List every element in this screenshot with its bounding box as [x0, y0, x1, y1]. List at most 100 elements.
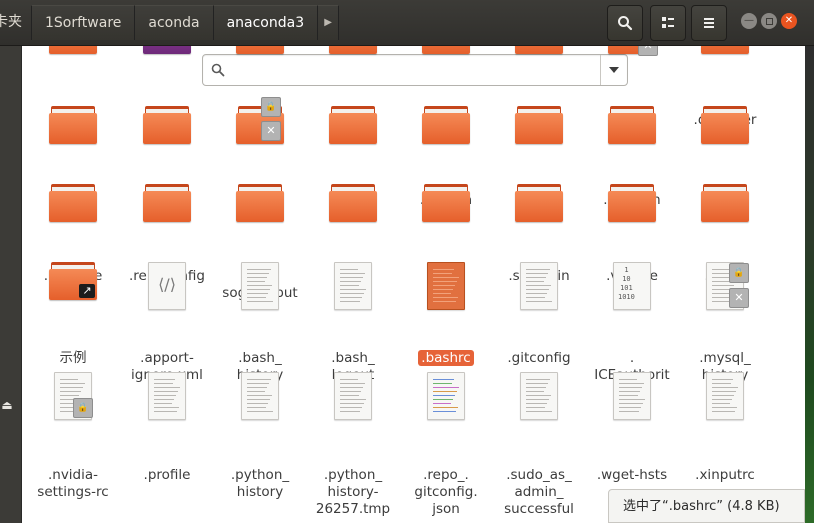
text-line — [340, 293, 364, 294]
text-line — [619, 399, 645, 400]
text-file-icon — [520, 372, 558, 420]
hamburger-icon — [704, 18, 714, 28]
crumb-aconda[interactable]: aconda — [134, 5, 213, 40]
text-line — [526, 379, 550, 380]
lock-icon: 🔒 — [729, 263, 749, 283]
file-item[interactable]: .python_ history — [215, 46, 305, 500]
text-line — [340, 277, 363, 278]
file-item[interactable]: .profile — [122, 46, 212, 483]
text-line — [433, 399, 453, 400]
text-line — [433, 269, 454, 270]
folder-icon — [422, 46, 470, 54]
text-line — [247, 277, 267, 278]
folder-body — [329, 113, 377, 144]
folder-body — [236, 46, 284, 54]
folder-body — [143, 113, 191, 144]
text-line — [247, 285, 272, 286]
breadcrumb-forward-arrow-icon[interactable]: ▶ — [317, 5, 340, 40]
text-line — [60, 395, 79, 396]
selected-file-name: .bashrc — [418, 350, 474, 366]
text-line — [619, 387, 642, 388]
file-name: .bashrc — [401, 350, 491, 367]
text-line — [619, 403, 643, 404]
folder-body — [608, 191, 656, 222]
file-item[interactable]: .xinputrc — [680, 46, 770, 483]
text-line — [247, 273, 269, 274]
folder-icon — [422, 106, 470, 144]
text-line — [433, 395, 455, 396]
close-button[interactable]: ✕ — [781, 13, 797, 29]
folder-body — [49, 113, 97, 144]
text-line — [340, 399, 366, 400]
text-line — [154, 387, 180, 388]
text-line — [712, 411, 735, 412]
folder-icon — [515, 46, 563, 54]
folder-body — [515, 191, 563, 222]
folder-icon: 🔒 ✕ — [236, 97, 284, 144]
file-item[interactable]: .repo_. gitconfig. json — [401, 46, 491, 517]
folder-icon — [329, 184, 377, 222]
text-line — [247, 301, 273, 302]
file-name: .wget-hsts — [596, 467, 668, 483]
text-line — [154, 395, 176, 396]
text-line — [433, 403, 451, 404]
search-input[interactable] — [231, 59, 595, 81]
file-name: .sudo_as_ admin_ successful — [504, 467, 574, 517]
file-item[interactable]: .wget-hsts — [587, 46, 677, 483]
text-line — [247, 387, 267, 388]
text-line — [526, 407, 545, 408]
text-line — [433, 379, 454, 380]
text-line — [433, 293, 451, 294]
file-item[interactable]: 🔒 .nvidia- settings-rc — [28, 46, 118, 500]
text-line — [526, 387, 546, 388]
maximize-button[interactable] — [761, 13, 777, 29]
crumb-1sorftware[interactable]: 1Sorftware — [31, 5, 135, 40]
folder-body — [608, 113, 656, 144]
folder-body — [515, 46, 563, 54]
minimize-button[interactable]: — — [741, 13, 757, 29]
text-line — [433, 383, 452, 384]
text-line — [433, 289, 453, 290]
search-icon — [211, 63, 225, 77]
text-line — [526, 383, 548, 384]
text-line — [712, 391, 736, 392]
text-line — [526, 297, 545, 298]
status-text: 选中了“.bashrc” (4.8 KB) — [623, 499, 780, 514]
folder-body — [515, 113, 563, 144]
menu-button[interactable] — [691, 5, 727, 41]
search-field[interactable] — [202, 54, 628, 86]
text-line — [619, 391, 640, 392]
search-button[interactable] — [607, 5, 643, 41]
text-line — [619, 411, 639, 412]
minimize-icon: — — [744, 15, 754, 26]
text-line — [60, 387, 83, 388]
text-line — [712, 387, 738, 388]
text-line — [526, 411, 552, 412]
text-line — [712, 379, 733, 380]
text-line — [526, 293, 547, 294]
folder-icon — [143, 184, 191, 222]
folder-body — [701, 46, 749, 54]
text-line — [526, 273, 548, 274]
search-dropdown-button[interactable] — [600, 55, 627, 85]
folder-body — [701, 113, 749, 144]
text-line — [247, 383, 269, 384]
text-file-icon — [613, 372, 651, 420]
unreadable-x-icon: ✕ — [261, 121, 281, 141]
text-file-icon — [148, 372, 186, 420]
eject-icon[interactable]: ⏏ — [0, 398, 14, 412]
text-line — [526, 281, 544, 282]
folder-icon — [329, 46, 377, 54]
file-item[interactable]: .python_ history- 26257.tmp — [308, 46, 398, 517]
file-name: .profile — [143, 467, 191, 483]
path-fragment[interactable]: 卡夹 — [0, 0, 30, 45]
text-line — [247, 281, 265, 282]
view-toggle-button[interactable] — [650, 5, 686, 41]
text-line — [712, 395, 734, 396]
crumb-anaconda3[interactable]: anaconda3 — [212, 5, 318, 40]
text-line — [526, 391, 544, 392]
folder-icon — [236, 184, 284, 222]
folder-body — [49, 46, 97, 54]
folder-icon — [236, 46, 284, 54]
file-item[interactable]: .sudo_as_ admin_ successful — [494, 46, 584, 517]
